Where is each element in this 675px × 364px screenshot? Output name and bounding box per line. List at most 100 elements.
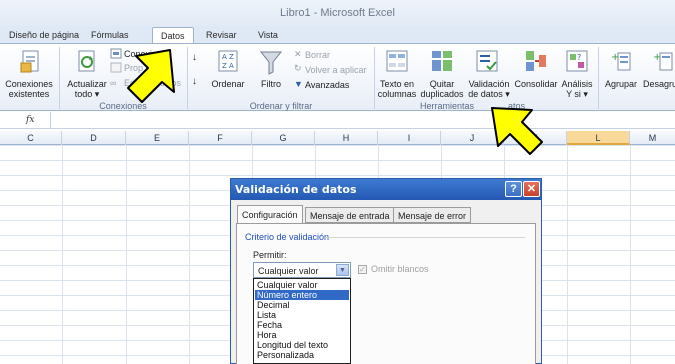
texto-columnas-label-2: columnas: [377, 89, 417, 99]
existing-connections-icon: [20, 50, 39, 73]
volver-aplicar-label: Volver a aplicar: [305, 65, 367, 75]
sort-icon: A Z Z A: [218, 50, 238, 72]
sort-desc-icon[interactable]: ↓: [192, 77, 197, 87]
title-bar: Libro1 - Microsoft Excel: [0, 0, 675, 26]
window-title: Libro1 - Microsoft Excel: [280, 7, 395, 19]
data-validation-icon: [476, 50, 498, 72]
tab-mensaje-error[interactable]: Mensaje de error: [393, 207, 472, 223]
arrow-icon: [127, 49, 175, 103]
clear-filter-icon: ✕: [294, 49, 302, 59]
option-personalizada[interactable]: Personalizada: [255, 350, 349, 360]
svg-text:?: ?: [577, 53, 581, 62]
option-lista[interactable]: Lista: [255, 310, 349, 320]
remove-duplicates-icon: [432, 51, 452, 71]
desagrupar-label: Desagrup: [643, 79, 675, 89]
validation-dialog: Validación de datos ? ✕ Configuración Me…: [230, 178, 542, 364]
group-label-herramientas: Herramientas: [420, 101, 475, 111]
option-cualquier-valor[interactable]: Cualquier valor: [255, 280, 349, 290]
separator: [374, 47, 375, 109]
help-button[interactable]: ?: [505, 181, 522, 197]
fx-icon[interactable]: fx: [26, 115, 34, 125]
option-decimal[interactable]: Decimal: [255, 300, 349, 310]
ribbon: Conexiones existentes Actualizar todo ▾ …: [0, 43, 675, 111]
validacion-label-2: de datos ▾: [468, 89, 510, 99]
refresh-icon: [78, 50, 95, 72]
properties-icon: [110, 62, 122, 73]
permitir-label: Permitir:: [253, 250, 287, 260]
column-header-row: C D E F G H I J K L M: [0, 131, 675, 145]
svg-text:+: +: [653, 52, 661, 63]
group-icon: +: [611, 52, 631, 71]
permitir-dropdown[interactable]: Cualquier valor ▼: [253, 262, 351, 278]
column-header-e[interactable]: E: [126, 131, 189, 145]
svg-text:Z A: Z A: [222, 62, 234, 70]
option-numero-entero[interactable]: Número entero: [255, 290, 349, 300]
gridline: [126, 145, 127, 364]
permitir-options-list: Cualquier valor Número entero Decimal Li…: [253, 278, 351, 364]
quitar-duplicados-label-1: Quitar: [429, 79, 455, 89]
tab-revisar[interactable]: Revisar: [206, 29, 237, 44]
texto-columnas-label-1: Texto en: [379, 79, 415, 89]
omitir-blancos-checkbox[interactable]: ✓: [358, 265, 367, 274]
gridline: [567, 145, 568, 364]
divider: [325, 237, 525, 238]
column-header-g[interactable]: G: [252, 131, 315, 145]
option-hora[interactable]: Hora: [255, 330, 349, 340]
column-header-c[interactable]: C: [0, 131, 62, 145]
consolidar-label: Consolidar: [514, 79, 558, 89]
criterio-heading: Criterio de validación: [245, 232, 330, 242]
svg-text:+: +: [611, 52, 619, 63]
omitir-blancos-label: Omitir blancos: [371, 264, 429, 274]
close-button[interactable]: ✕: [523, 181, 540, 197]
what-if-icon: ?: [566, 50, 588, 72]
option-fecha[interactable]: Fecha: [255, 320, 349, 330]
analisis-label-1: Análisis: [561, 79, 593, 89]
connections-icon: [110, 48, 122, 59]
permitir-value: Cualquier valor: [258, 266, 319, 276]
separator: [187, 47, 188, 109]
column-header-i[interactable]: I: [378, 131, 441, 145]
column-header-l[interactable]: L: [567, 131, 630, 145]
link-icon: ∞: [110, 78, 117, 88]
option-longitud-texto[interactable]: Longitud del texto: [255, 340, 349, 350]
consolidate-icon: [526, 51, 546, 71]
column-header-f[interactable]: F: [189, 131, 252, 145]
ribbon-tabs: Diseño de página Fórmulas Datos Revisar …: [0, 26, 675, 45]
tab-diseno-pagina[interactable]: Diseño de página: [9, 29, 79, 44]
separator: [59, 47, 60, 109]
validacion-label-1: Validación: [468, 79, 510, 89]
filtro-label: Filtro: [261, 79, 281, 89]
reapply-icon: ↻: [294, 63, 302, 73]
gridline: [62, 145, 63, 364]
configuracion-panel: Criterio de validación Permitir: Cualqui…: [236, 223, 536, 364]
formula-input[interactable]: [50, 112, 675, 128]
separator: [598, 47, 599, 109]
filter-icon: [259, 51, 283, 75]
arrow-icon: [491, 107, 543, 155]
advanced-filter-icon: ▼: [294, 79, 303, 89]
conexiones-existentes-label-2: existentes: [8, 89, 50, 99]
group-label-ordenar: Ordenar y filtrar: [249, 101, 313, 111]
column-header-d[interactable]: D: [62, 131, 126, 145]
text-to-columns-icon: [386, 50, 408, 72]
tab-formulas[interactable]: Fórmulas: [91, 29, 129, 44]
actualizar-label-2: todo ▾: [74, 89, 100, 99]
conexiones-existentes-label-1: Conexiones: [5, 79, 53, 89]
tab-configuracion[interactable]: Configuración: [237, 205, 303, 224]
ungroup-icon: +: [653, 52, 673, 71]
tab-mensaje-entrada[interactable]: Mensaje de entrada: [305, 207, 395, 223]
tab-vista[interactable]: Vista: [258, 29, 278, 44]
chevron-down-icon[interactable]: ▼: [336, 264, 349, 276]
column-header-m[interactable]: M: [630, 131, 675, 145]
dialog-title-bar[interactable]: Validación de datos ? ✕: [231, 179, 541, 200]
sort-asc-icon[interactable]: ↓: [192, 53, 197, 63]
formula-bar: fx: [0, 112, 675, 129]
agrupar-label: Agrupar: [604, 79, 638, 89]
quitar-duplicados-label-2: duplicados: [420, 89, 464, 99]
actualizar-label-1: Actualizar: [67, 79, 107, 89]
analisis-label-2: Y si ▾: [566, 89, 588, 99]
ordenar-label: Ordenar: [211, 79, 245, 89]
column-header-h[interactable]: H: [315, 131, 378, 145]
gridline: [189, 145, 190, 364]
dialog-title: Validación de datos: [235, 183, 357, 196]
